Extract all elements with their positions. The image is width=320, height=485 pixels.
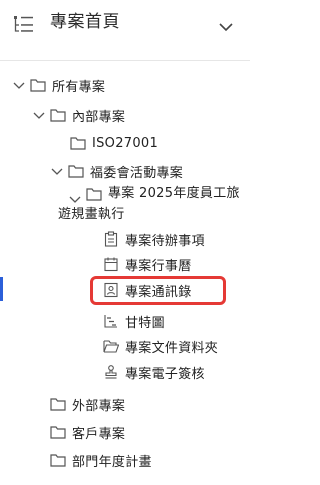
tree-item-internal[interactable]: 內部專案 [32, 103, 125, 127]
folder-open-icon [103, 340, 119, 353]
folder-icon [70, 137, 86, 150]
highlight-box [90, 276, 226, 305]
tree-item-label: 專案 2025年度員工旅 [108, 186, 240, 201]
folder-icon [50, 398, 66, 411]
tree-item-signature[interactable]: 專案電子簽核 [103, 360, 205, 384]
tree-item-welfare[interactable]: 福委會活動專案 [50, 159, 183, 183]
stamp-icon [105, 365, 117, 379]
tree-item-todo[interactable]: 專案待辦事項 [103, 227, 205, 251]
chevron-down-icon[interactable] [32, 108, 46, 122]
folder-icon [50, 109, 66, 122]
tree-item-label: 專案行事曆 [125, 258, 192, 274]
tree-item-calendar[interactable]: 專案行事曆 [103, 252, 192, 276]
folder-icon [50, 454, 66, 467]
active-indicator [0, 277, 3, 301]
tree-item-label: 專案文件資料夾 [125, 340, 219, 356]
chevron-down-icon[interactable] [219, 22, 233, 32]
clipboard-list-icon [104, 231, 118, 247]
sidebar-header[interactable]: 專案首頁 [0, 0, 250, 54]
tree-item-label: ISO27001 [92, 135, 159, 151]
tree-item-label: 所有專案 [52, 79, 106, 95]
chevron-down-icon[interactable] [12, 78, 26, 92]
tree-item-customer[interactable]: 客戶專案 [50, 420, 125, 444]
tree-item-label: 部門年度計畫 [72, 454, 152, 470]
tree-item-label: 專案電子簽核 [125, 366, 205, 382]
tree-item-label: 客戶專案 [72, 426, 126, 442]
folder-icon [68, 165, 84, 178]
tree-item-docs[interactable]: 專案文件資料夾 [103, 334, 218, 358]
page-title: 專案首頁 [50, 12, 120, 32]
tree-item-label: 福委會活動專案 [90, 165, 184, 181]
folder-icon [86, 188, 102, 201]
gantt-chart-icon [104, 315, 117, 328]
folder-icon [30, 79, 46, 92]
calendar-icon [104, 257, 118, 272]
chevron-down-icon[interactable] [50, 164, 64, 178]
tree-item-department[interactable]: 部門年度計畫 [50, 448, 152, 472]
tree-item-label: 外部專案 [72, 398, 126, 414]
tree-item-iso27001[interactable]: ISO27001 [70, 131, 158, 155]
tree-item-label: 專案待辦事項 [125, 233, 205, 249]
tree-item-label: 甘特圖 [125, 315, 165, 331]
folder-icon [50, 426, 66, 439]
header-divider [0, 60, 250, 61]
tree-item-label: 內部專案 [72, 109, 126, 125]
tree-list-icon [14, 16, 33, 32]
tree-item-all-projects[interactable]: 所有專案 [12, 73, 105, 97]
tree-item-external[interactable]: 外部專案 [50, 392, 125, 416]
tree-item-label-continued: 遊規畫執行 [58, 207, 125, 222]
tree-item-gantt[interactable]: 甘特圖 [103, 309, 165, 333]
